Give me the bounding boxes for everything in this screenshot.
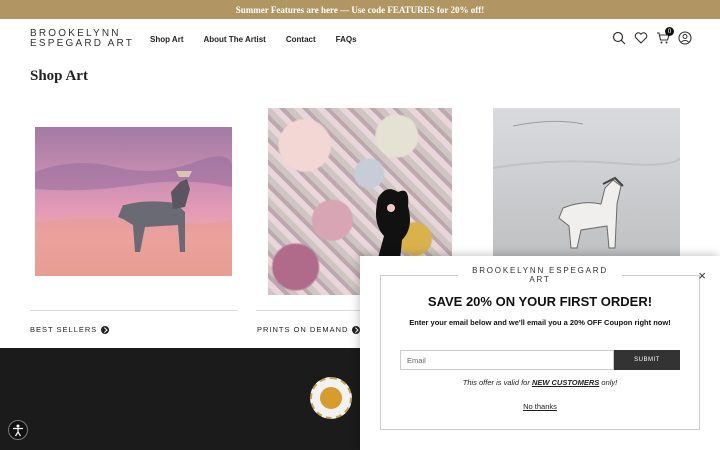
nav-contact[interactable]: Contact [286,35,316,44]
account-icon[interactable] [678,31,692,45]
category-best-sellers[interactable]: BEST SELLERS [30,325,110,334]
main-nav: Shop Art About The Artist Contact FAQs [150,35,357,44]
category-divider [30,310,238,311]
offer-note-highlight: NEW CUSTOMERS [531,378,600,387]
brand-logo[interactable]: BROOKELYNN ESPEGARD ART [30,29,134,49]
page-title: Shop Art [30,68,88,84]
arrow-right-icon [101,325,110,334]
popup-headline: SAVE 20% ON YOUR FIRST ORDER! [427,294,653,309]
category-label: BEST SELLERS [30,325,98,334]
badge-emblem-icon [320,387,342,409]
popup-subtext: Enter your email below and we'll email y… [409,318,671,327]
nav-about-artist[interactable]: About The Artist [203,35,265,44]
offer-note-prefix: This offer is valid for [462,378,532,387]
artist-badge-logo [310,377,352,419]
nav-shop-art[interactable]: Shop Art [150,35,183,44]
popup-brand: BROOKELYNN ESPEGARD ART [458,266,622,284]
nav-faqs[interactable]: FAQs [336,35,357,44]
site-header: BROOKELYNN ESPEGARD ART Shop Art About T… [0,19,720,61]
artwork-white-horse[interactable] [493,108,680,258]
submit-button[interactable]: SUBMIT [614,350,680,370]
popup-brand-line-1: BROOKELYNN ESPEGARD [472,266,608,275]
heart-icon[interactable] [634,31,648,45]
announcement-text: Summer Features are here — Use code FEAT… [235,4,485,15]
category-label: PRINTS ON DEMAND [257,325,349,334]
no-thanks-link[interactable]: No thanks [360,402,720,411]
email-signup-popup: BROOKELYNN ESPEGARD ART × SAVE 20% ON YO… [360,256,720,450]
offer-note: This offer is valid for NEW CUSTOMERS on… [360,378,720,387]
close-icon[interactable]: × [698,268,706,283]
accessibility-button[interactable] [8,420,28,440]
cart-count-badge: 0 [665,27,674,36]
email-input[interactable] [400,350,614,370]
artwork-cowgirl-horse[interactable] [35,127,232,276]
offer-note-suffix: only! [599,378,618,387]
header-icons: 0 [612,27,692,45]
cart-icon[interactable]: 0 [656,27,674,45]
popup-brand-line-2: ART [529,275,551,284]
announcement-bar: Summer Features are here — Use code FEAT… [0,0,720,19]
category-prints-on-demand[interactable]: PRINTS ON DEMAND [257,325,361,334]
brand-line-2: ESPEGARD ART [30,38,135,49]
search-icon[interactable] [612,31,626,45]
